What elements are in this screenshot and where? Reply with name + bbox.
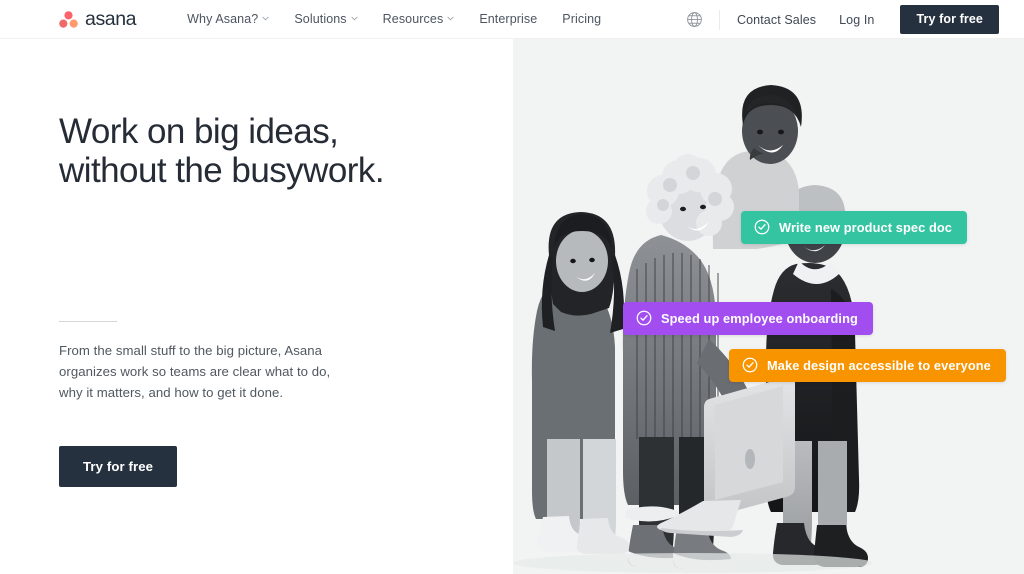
nav-try-for-free-button[interactable]: Try for free — [900, 5, 999, 34]
hero-try-for-free-button[interactable]: Try for free — [59, 446, 178, 487]
globe-icon[interactable] — [682, 8, 706, 32]
nav-item-enterprise-label: Enterprise — [479, 12, 538, 26]
nav-item-solutions[interactable]: Solutions — [294, 12, 358, 26]
headline-line-1: Work on big ideas, — [59, 112, 339, 151]
nav-actions: Contact Sales Log In Try for free — [682, 0, 999, 39]
nav-item-enterprise[interactable]: Enterprise — [479, 12, 537, 26]
nav-item-pricing[interactable]: Pricing — [562, 12, 601, 26]
nav-item-why-asana-label: Why Asana? — [187, 12, 259, 26]
check-circle-icon — [636, 310, 652, 326]
nav-item-resources[interactable]: Resources — [383, 12, 455, 26]
task-chip-label: Make design accessible to everyone — [767, 357, 991, 373]
hero-image-panel: Write new product spec doc Speed up empl… — [513, 39, 1024, 574]
task-chip-label: Speed up employee onboarding — [661, 310, 858, 326]
nav-item-pricing-label: Pricing — [562, 12, 602, 26]
task-chip-speed-up-employee-onboarding[interactable]: Speed up employee onboarding — [623, 302, 873, 335]
hero-copy-panel: Work on big ideas, without the busywork.… — [0, 39, 513, 574]
check-circle-icon — [754, 219, 770, 235]
asana-logo[interactable]: asana — [59, 7, 137, 31]
contact-sales-link[interactable]: Contact Sales — [737, 13, 816, 27]
nav-divider — [719, 9, 720, 30]
nav-item-resources-label: Resources — [382, 12, 444, 26]
page-title: Work on big ideas, without the busywork. — [59, 112, 459, 190]
chevron-down-icon — [447, 15, 454, 22]
chevron-down-icon — [351, 15, 358, 22]
hero-divider — [59, 321, 117, 322]
nav-item-solutions-label: Solutions — [294, 12, 347, 26]
task-chip-label: Write new product spec doc — [779, 219, 953, 235]
primary-nav-links: Why Asana? Solutions Resources Enterpris… — [187, 12, 601, 26]
log-in-link[interactable]: Log In — [839, 13, 874, 27]
hero-section: Work on big ideas, without the busywork.… — [0, 39, 1024, 574]
nav-item-why-asana[interactable]: Why Asana? — [187, 12, 269, 26]
chevron-down-icon — [262, 15, 269, 22]
check-circle-icon — [742, 357, 758, 373]
task-chip-make-design-accessible-to-everyone[interactable]: Make design accessible to everyone — [729, 349, 1006, 382]
hero-paragraph: From the small stuff to the big picture,… — [59, 343, 331, 400]
top-navigation-bar: asana Why Asana? Solutions Resources Ent… — [0, 0, 1024, 39]
task-chip-write-new-product-spec-doc[interactable]: Write new product spec doc — [741, 211, 968, 244]
asana-dots-logo-icon — [59, 10, 78, 28]
asana-wordmark: asana — [85, 7, 137, 30]
headline-line-2: without the busywork. — [59, 151, 385, 190]
